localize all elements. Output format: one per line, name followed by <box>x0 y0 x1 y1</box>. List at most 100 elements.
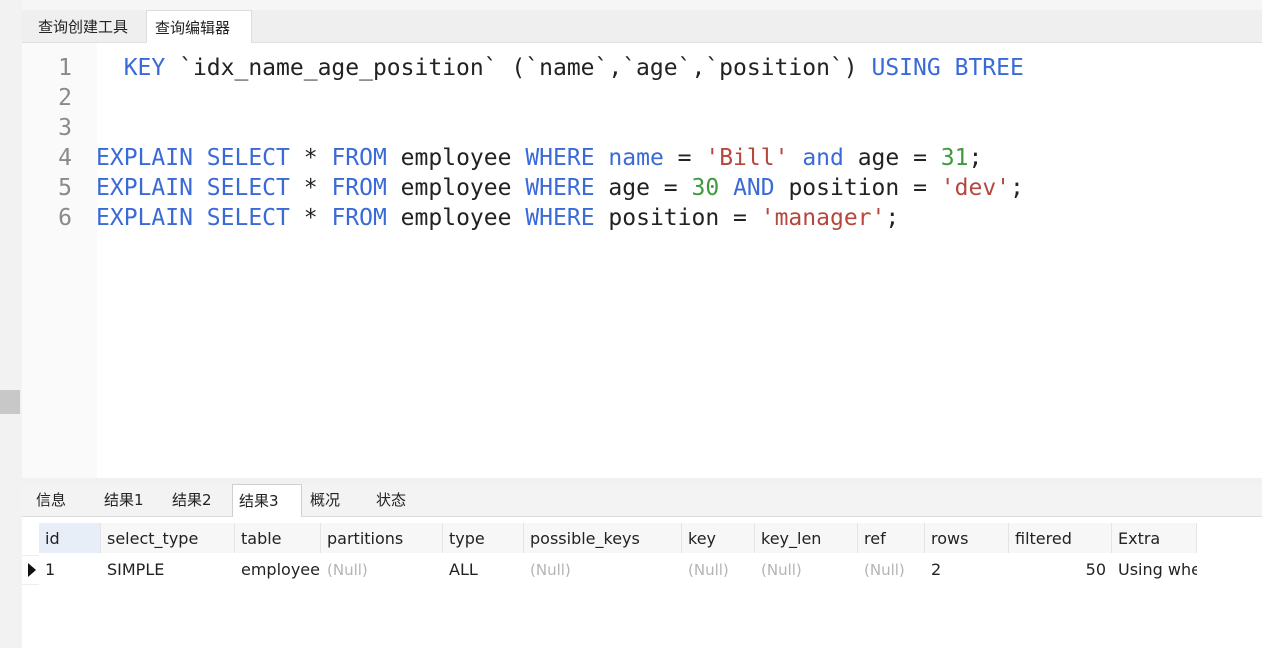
col-header-rows[interactable]: rows <box>925 523 1009 553</box>
sql-text: age = <box>594 175 692 201</box>
line-number: 1 <box>58 55 72 81</box>
result-grid[interactable]: id select_type table partitions type pos… <box>22 517 1262 648</box>
sql-text: position = <box>594 205 761 231</box>
tab-overview[interactable]: 概况 <box>304 484 354 516</box>
sql-text: * <box>289 145 332 171</box>
code-line[interactable]: 4 EXPLAIN SELECT * FROM employee WHERE na… <box>22 143 1252 173</box>
code-line[interactable]: 2 <box>22 83 1252 113</box>
sql-number: 30 <box>691 175 720 201</box>
line-number: 4 <box>58 145 72 171</box>
col-header-table[interactable]: table <box>235 523 321 553</box>
sql-text: employee <box>386 205 526 231</box>
code-text: EXPLAIN SELECT * FROM employee WHERE pos… <box>96 203 899 233</box>
sql-keyword: SELECT <box>206 205 290 231</box>
sql-keyword: WHERE <box>525 145 595 171</box>
sql-keyword: FROM <box>331 205 387 231</box>
code-text: KEY `idx_name_age_position` (`name`,`age… <box>96 53 1024 83</box>
splitter-handle[interactable] <box>0 390 20 414</box>
sql-keyword: FROM <box>331 145 387 171</box>
cell-rows[interactable]: 2 <box>925 555 1009 585</box>
cell-key-len[interactable]: (Null) <box>755 555 858 585</box>
tab-status[interactable]: 状态 <box>370 484 422 516</box>
cell-partitions[interactable]: (Null) <box>321 555 443 585</box>
sql-text: employee <box>386 145 526 171</box>
sql-keyword: WHERE <box>525 175 595 201</box>
sql-string: 'manager' <box>760 205 886 231</box>
tab-result-3[interactable]: 结果3 <box>232 484 302 517</box>
sql-text: `idx_name_age_position` (`name`,`age`,`p… <box>165 55 872 81</box>
code-line[interactable]: 3 <box>22 113 1252 143</box>
cell-ref[interactable]: (Null) <box>858 555 925 585</box>
col-header-id[interactable]: id <box>39 523 101 553</box>
sql-text: ; <box>968 145 983 171</box>
sql-text: ; <box>885 205 900 231</box>
code-line[interactable]: 1 KEY `idx_name_age_position` (`name`,`a… <box>22 53 1252 83</box>
code-text: EXPLAIN SELECT * FROM employee WHERE age… <box>96 173 1024 203</box>
sql-keyword: AND <box>733 175 775 201</box>
tab-result-2[interactable]: 结果2 <box>166 484 224 516</box>
col-header-ref[interactable]: ref <box>858 523 925 553</box>
current-row-indicator-icon <box>28 563 36 577</box>
toolbar-remnant <box>22 0 1262 10</box>
tab-result-1[interactable]: 结果1 <box>98 484 152 516</box>
sql-text: age = <box>843 145 941 171</box>
cell-key[interactable]: (Null) <box>682 555 755 585</box>
col-header-filtered[interactable]: filtered <box>1009 523 1112 553</box>
tab-query-editor[interactable]: 查询编辑器 <box>146 10 252 43</box>
sql-keyword: WHERE <box>525 205 595 231</box>
col-header-type[interactable]: type <box>443 523 524 553</box>
sql-string: 'dev' <box>940 175 1011 201</box>
col-header-extra[interactable]: Extra <box>1112 523 1197 553</box>
cell-select-type[interactable]: SIMPLE <box>101 555 235 585</box>
left-dock-strip <box>0 0 22 648</box>
code-line[interactable]: 6 EXPLAIN SELECT * FROM employee WHERE po… <box>22 203 1252 233</box>
code-text: EXPLAIN SELECT * FROM employee WHERE nam… <box>96 143 982 173</box>
cell-table[interactable]: employee <box>235 555 321 585</box>
code-line[interactable]: 5 EXPLAIN SELECT * FROM employee WHERE ag… <box>22 173 1252 203</box>
sql-keyword: name <box>608 145 664 171</box>
cell-type[interactable]: ALL <box>443 555 524 585</box>
cell-extra[interactable]: Using whe <box>1112 555 1197 585</box>
sql-keyword: SELECT <box>206 145 290 171</box>
line-number: 6 <box>58 205 72 231</box>
sql-number: 31 <box>940 145 969 171</box>
sql-editor[interactable]: 1 KEY `idx_name_age_position` (`name`,`a… <box>22 43 1262 478</box>
result-tabbar: 信息 结果1 结果2 结果3 概况 状态 <box>22 484 1262 517</box>
sql-keyword: KEY <box>123 55 166 81</box>
sql-keyword: USING <box>871 55 941 81</box>
col-header-partitions[interactable]: partitions <box>321 523 443 553</box>
sql-keyword: EXPLAIN <box>96 175 193 201</box>
col-header-select-type[interactable]: select_type <box>101 523 235 553</box>
sql-keyword: BTREE <box>954 55 1024 81</box>
sql-text: = <box>663 145 706 171</box>
sql-keyword: FROM <box>331 175 387 201</box>
sql-keyword: and <box>802 145 844 171</box>
tab-info[interactable]: 信息 <box>30 484 76 516</box>
col-header-key[interactable]: key <box>682 523 755 553</box>
sql-text: employee <box>386 175 526 201</box>
cell-filtered[interactable]: 50 <box>1009 555 1112 585</box>
sql-text: ; <box>1010 175 1024 201</box>
sql-keyword: EXPLAIN <box>96 205 193 231</box>
col-header-key-len[interactable]: key_len <box>755 523 858 553</box>
sql-text: * <box>289 205 332 231</box>
cell-possible-keys[interactable]: (Null) <box>524 555 682 585</box>
editor-tabbar: 查询创建工具 查询编辑器 <box>22 10 1262 43</box>
sql-keyword: SELECT <box>206 175 290 201</box>
line-number: 2 <box>58 85 72 111</box>
line-number: 3 <box>58 115 72 141</box>
tab-query-builder[interactable]: 查询创建工具 <box>30 10 146 42</box>
sql-text: * <box>289 175 332 201</box>
sql-text: position = <box>774 175 941 201</box>
col-header-possible-keys[interactable]: possible_keys <box>524 523 682 553</box>
cell-id[interactable]: 1 <box>39 555 101 585</box>
sql-string: 'Bill' <box>705 145 789 171</box>
sql-keyword: EXPLAIN <box>96 145 193 171</box>
